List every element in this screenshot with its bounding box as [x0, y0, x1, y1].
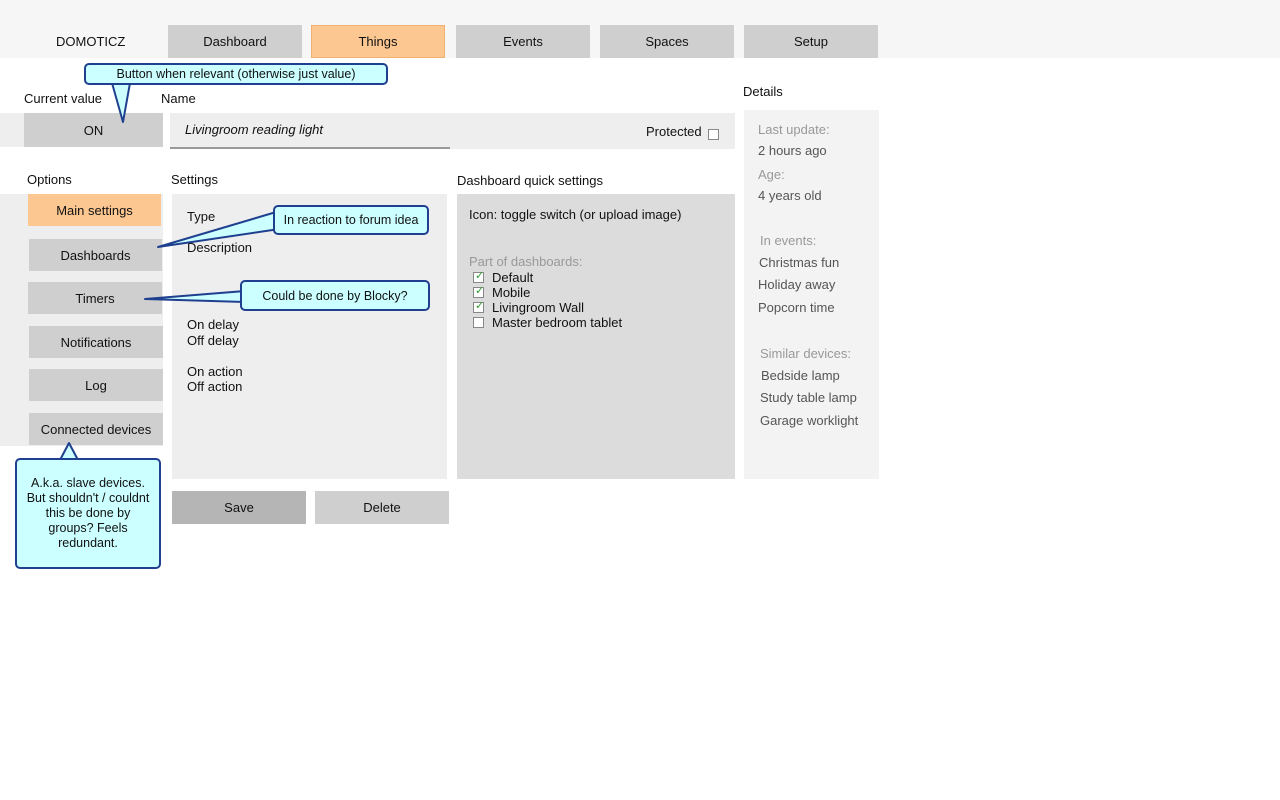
quick-settings-panel — [457, 194, 735, 479]
checkbox-livingroom-wall[interactable]: ✓ — [473, 300, 485, 313]
tab-events[interactable]: Events — [456, 25, 590, 58]
setting-on-delay: On delay — [187, 317, 240, 332]
setting-description: Description — [187, 240, 253, 255]
options-label: Options — [27, 172, 72, 187]
option-connected-devices[interactable]: Connected devices — [29, 413, 163, 445]
similar-device-link[interactable]: Garage worklight — [760, 413, 858, 428]
setting-off-action: Off action — [187, 379, 243, 394]
last-update-label: Last update: — [758, 122, 830, 137]
tab-spaces[interactable]: Spaces — [600, 25, 734, 58]
callout-forum-idea: In reaction to forum idea — [273, 205, 429, 235]
similar-device-link[interactable]: Bedside lamp — [761, 368, 840, 383]
protected-label: Protected — [646, 124, 702, 139]
delete-button[interactable]: Delete — [315, 491, 449, 524]
name-input[interactable]: Livingroom reading light — [170, 113, 450, 149]
callout-blocky: Could be done by Blocky? — [240, 280, 430, 311]
setting-off-delay: Off delay — [187, 333, 239, 348]
callout-slave-devices: A.k.a. slave devices. But shouldn't / co… — [15, 458, 161, 569]
dashboard-name: Mobile — [492, 285, 531, 300]
option-log[interactable]: Log — [29, 369, 163, 401]
settings-label: Settings — [171, 172, 218, 187]
age-label: Age: — [758, 167, 785, 182]
check-icon: ✓ — [475, 300, 485, 312]
current-value-label: Current value — [24, 91, 103, 106]
options-panel — [0, 194, 163, 446]
dashboard-checklist: ✓ Default ✓ Mobile ✓ Livingroom Wall Mas… — [473, 270, 622, 330]
details-label: Details — [743, 84, 783, 99]
checkbox-mobile[interactable]: ✓ — [473, 285, 485, 298]
tab-setup[interactable]: Setup — [744, 25, 878, 58]
dashboard-name: Master bedroom tablet — [492, 315, 623, 330]
event-link[interactable]: Popcorn time — [758, 300, 835, 315]
current-value-button[interactable]: ON — [24, 113, 163, 147]
setting-type: Type — [187, 209, 216, 224]
current-value-strip — [0, 113, 24, 147]
tab-things[interactable]: Things — [311, 25, 445, 58]
dashboard-item-master-bedroom-tablet[interactable]: Master bedroom tablet — [473, 315, 622, 330]
dashboard-name: Default — [492, 270, 534, 285]
dashboard-item-mobile[interactable]: ✓ Mobile — [473, 285, 622, 300]
option-dashboards[interactable]: Dashboards — [29, 239, 162, 271]
icon-setting-text[interactable]: Icon: toggle switch (or upload image) — [469, 207, 681, 222]
similar-device-link[interactable]: Study table lamp — [760, 390, 857, 405]
tab-dashboard[interactable]: Dashboard — [168, 25, 302, 58]
event-link[interactable]: Christmas fun — [759, 255, 839, 270]
similar-devices-label: Similar devices: — [760, 346, 852, 361]
save-button[interactable]: Save — [172, 491, 306, 524]
option-notifications[interactable]: Notifications — [29, 326, 163, 358]
event-link[interactable]: Holiday away — [758, 277, 835, 292]
protected-checkbox[interactable] — [708, 129, 719, 141]
name-input-value: Livingroom reading light — [185, 122, 324, 137]
check-icon: ✓ — [475, 270, 485, 282]
option-timers[interactable]: Timers — [28, 282, 162, 314]
last-update-value: 2 hours ago — [758, 143, 827, 158]
dashboard-item-default[interactable]: ✓ Default — [473, 270, 622, 285]
checkbox-default[interactable]: ✓ — [473, 270, 485, 283]
name-label: Name — [161, 91, 196, 106]
app-brand: DOMOTICZ — [56, 34, 126, 49]
callout-button-relevant: Button when relevant (otherwise just val… — [84, 63, 388, 85]
age-value: 4 years old — [758, 188, 822, 203]
quick-settings-label: Dashboard quick settings — [457, 173, 603, 188]
checkbox-master-bedroom-tablet[interactable] — [473, 317, 484, 328]
dashboard-item-livingroom-wall[interactable]: ✓ Livingroom Wall — [473, 300, 622, 315]
dashboard-name: Livingroom Wall — [492, 300, 584, 315]
part-of-dashboards-label: Part of dashboards: — [469, 254, 583, 269]
in-events-label: In events: — [760, 233, 817, 248]
setting-on-action: On action — [187, 364, 243, 379]
option-main-settings[interactable]: Main settings — [28, 194, 161, 226]
check-icon: ✓ — [475, 285, 485, 297]
